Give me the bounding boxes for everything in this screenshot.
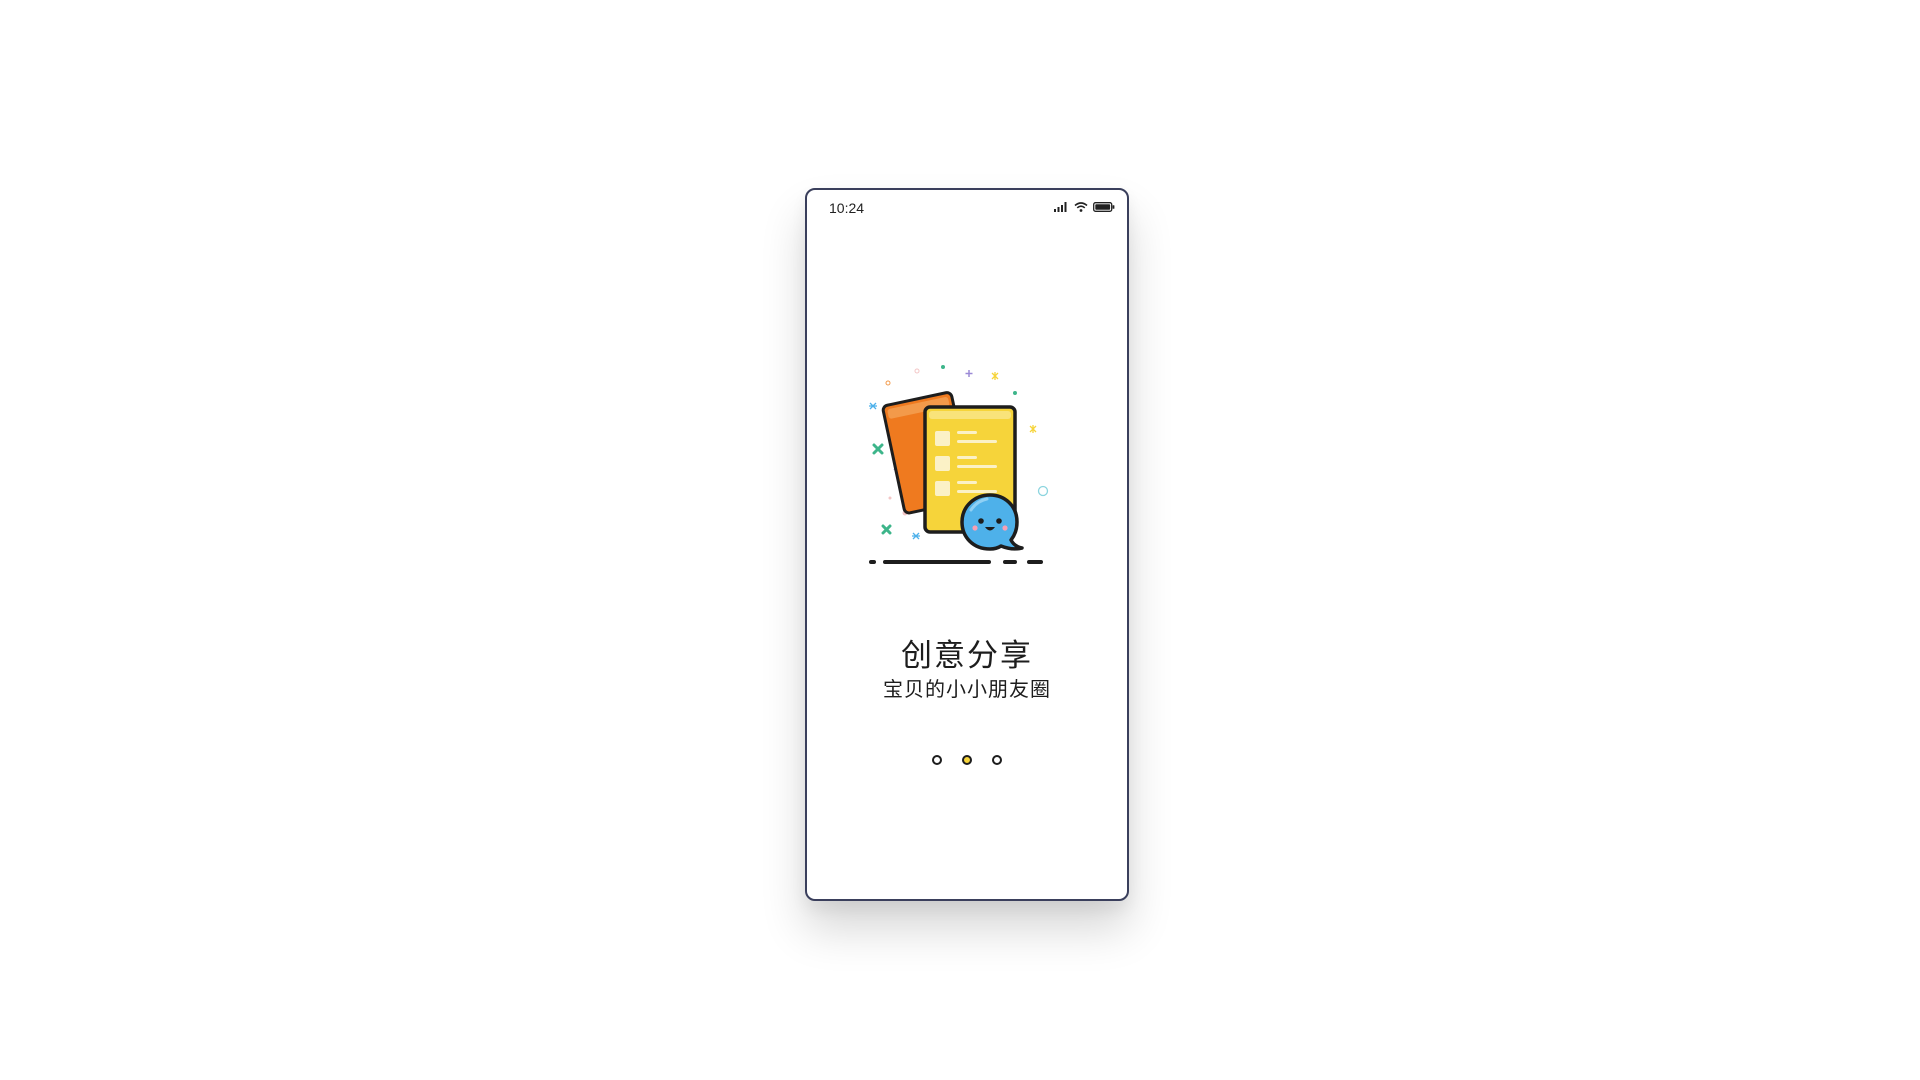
page-dot-2-active[interactable] — [962, 755, 972, 765]
page-dot-3[interactable] — [992, 755, 1002, 765]
status-bar: 10:24 — [807, 190, 1127, 224]
page-dot-1[interactable] — [932, 755, 942, 765]
documents-chat-illustration — [865, 345, 1065, 570]
stage: 10:24 创意分享 宝贝的小小朋友圈 — [0, 0, 1920, 1080]
page-indicator — [807, 755, 1127, 765]
onboarding-subtitle: 宝贝的小小朋友圈 — [883, 677, 1051, 701]
battery-icon — [1093, 202, 1115, 212]
status-icons — [1054, 202, 1115, 212]
wifi-icon — [1074, 202, 1088, 212]
signal-icon — [1054, 202, 1069, 212]
status-time: 10:24 — [829, 200, 865, 216]
onboarding-title: 创意分享 — [901, 638, 1033, 674]
phone-frame: 10:24 创意分享 宝贝的小小朋友圈 — [805, 188, 1129, 901]
